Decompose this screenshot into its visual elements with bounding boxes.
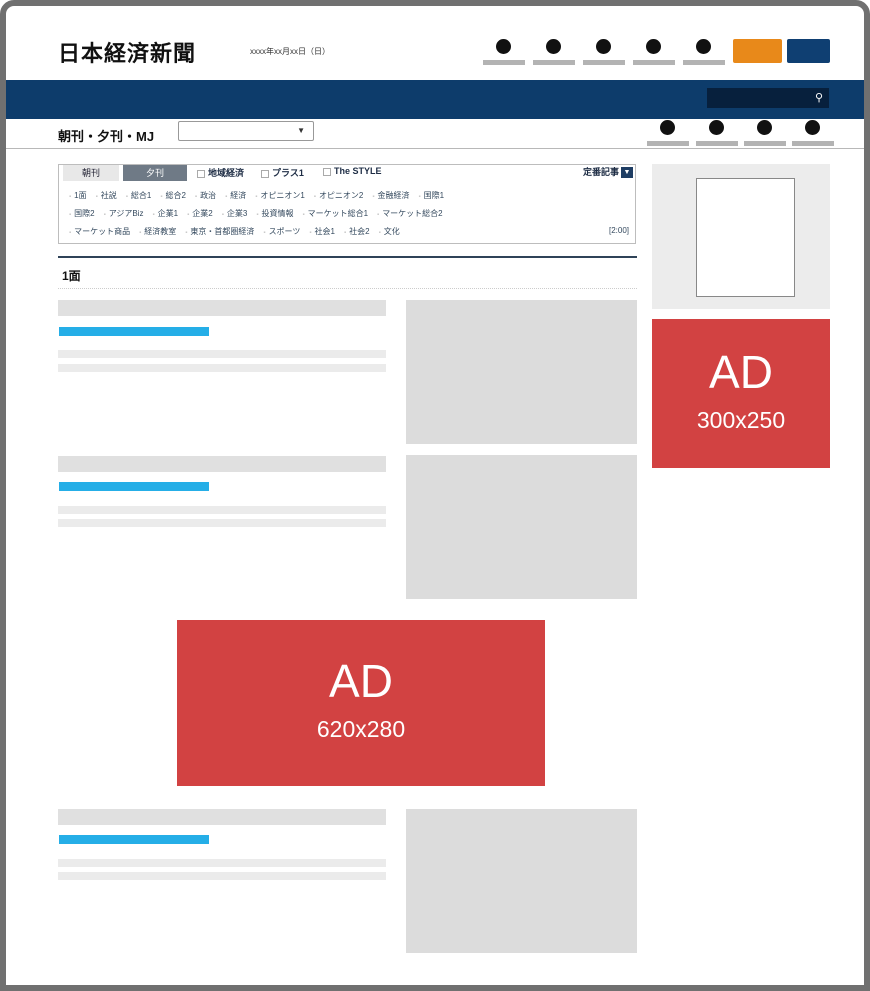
section-title: 1面 [62,269,81,283]
page-link[interactable]: 総合1 [126,191,152,200]
page-link[interactable]: 企業1 [153,209,179,218]
page-link[interactable]: マーケット総合2 [377,209,443,218]
header-icon-3[interactable] [583,39,625,67]
page-link[interactable]: マーケット商品 [69,227,130,236]
header-icon-1[interactable] [483,39,525,67]
page-link[interactable]: 企業3 [222,209,248,218]
article-text-placeholder [58,506,386,514]
newspaper-thumbnail[interactable] [696,178,795,297]
article-link-placeholder[interactable] [59,327,209,336]
issue-date: xxxx年xx月xx日（日） [250,47,330,56]
page-links-row-2: 国際2 アジアBiz 企業1 企業2 企業3 投資情報マーケット総合1 マーケット総合2 [69,208,452,219]
page-link[interactable]: 東京・首都圏経済 [185,227,254,236]
ad-label: AD [709,346,773,398]
ad-size: 300x250 [696,407,786,433]
paper-section-nav: 朝刊 夕刊 地域経済 プラス1 The STYLE 定番記事▼ 1面社説総合1 総… [58,164,636,244]
sub-icon-1[interactable] [647,120,689,148]
article-image-placeholder[interactable] [406,300,637,444]
header-icon-4[interactable] [633,39,675,67]
sub-icon-4[interactable] [792,120,834,148]
article-link-placeholder[interactable] [59,835,209,844]
article-text-placeholder [58,350,386,358]
orange-button[interactable] [733,39,782,63]
page-link[interactable]: 経済 [225,191,246,200]
article-title-placeholder[interactable] [58,809,386,825]
page-link[interactable]: 社会2 [344,227,370,236]
page-link[interactable]: オピニオン1 [255,191,305,200]
article-text-placeholder [58,859,386,867]
link-regional-economy[interactable]: 地域経済 [197,166,244,179]
link-the-style[interactable]: The STYLE [323,166,382,176]
site-logo[interactable]: 日本経済新聞 [58,36,196,68]
page-link[interactable]: オピニオン2 [314,191,364,200]
page-link[interactable]: 企業2 [187,209,213,218]
section-rule [58,256,637,258]
page-link[interactable]: 投資情報 [256,209,293,218]
header-icon-5[interactable] [683,39,725,67]
update-time: [2:00] [608,226,629,235]
search-input[interactable]: ⚲ [707,88,829,108]
ad-banner-620x280[interactable]: AD 620x280 [177,620,545,786]
edition-label: 朝刊・夕刊・MJ [58,129,155,144]
tab-morning[interactable]: 朝刊 [63,165,119,181]
teiban-dropdown[interactable]: 定番記事 ▼ [583,165,633,179]
page-link[interactable]: 社会1 [309,227,335,236]
link-plus1[interactable]: プラス1 [261,166,304,179]
blue-button[interactable] [787,39,830,63]
search-icon[interactable]: ⚲ [815,91,823,104]
page-link[interactable]: マーケット総合1 [302,209,368,218]
edition-select[interactable]: ▼ [178,121,314,141]
page-link[interactable]: 政治 [195,191,216,200]
article-title-placeholder[interactable] [58,300,386,316]
page-link[interactable]: 総合2 [160,191,186,200]
page-link[interactable]: 金融経済 [372,191,409,200]
page-link[interactable]: 1面 [69,191,87,200]
page-links-row-3: マーケット商品経済教室東京・首都圏経済スポーツ社会1 社会2 文化 [69,226,409,237]
page-link[interactable]: アジアBiz [104,209,144,218]
ad-size: 620x280 [316,716,406,742]
page-links-row-1: 1面社説総合1 総合2 政治経済オピニオン1 オピニオン2 金融経済 国際1 [69,190,453,201]
page-link[interactable]: 経済教室 [139,227,176,236]
section-divider [58,288,637,289]
page-link[interactable]: 文化 [379,227,400,236]
ad-banner-300x250[interactable]: AD 300x250 [652,319,830,468]
article-text-placeholder [58,519,386,527]
article-image-placeholder[interactable] [406,455,637,599]
page-link[interactable]: 社説 [96,191,117,200]
article-title-placeholder[interactable] [58,456,386,472]
ad-label: AD [329,655,393,707]
browser-frame: 日本経済新聞 xxxx年xx月xx日（日） ⚲ 朝刊・夕刊・MJ ▼ 朝刊 夕刊… [0,0,870,991]
header-icon-2[interactable] [533,39,575,67]
article-text-placeholder [58,364,386,372]
page-link[interactable]: 国際1 [419,191,445,200]
sub-icon-3[interactable] [744,120,786,148]
page-link[interactable]: スポーツ [263,227,300,236]
chevron-down-icon: ▼ [297,126,305,135]
paper-viewer-box[interactable] [652,164,830,309]
article-text-placeholder [58,872,386,880]
article-image-placeholder[interactable] [406,809,637,953]
subheader-divider [6,148,864,149]
tab-evening[interactable]: 夕刊 [123,165,187,181]
page-link[interactable]: 国際2 [69,209,95,218]
sub-icon-2[interactable] [696,120,738,148]
dropdown-arrow-icon: ▼ [621,167,633,179]
article-link-placeholder[interactable] [59,482,209,491]
